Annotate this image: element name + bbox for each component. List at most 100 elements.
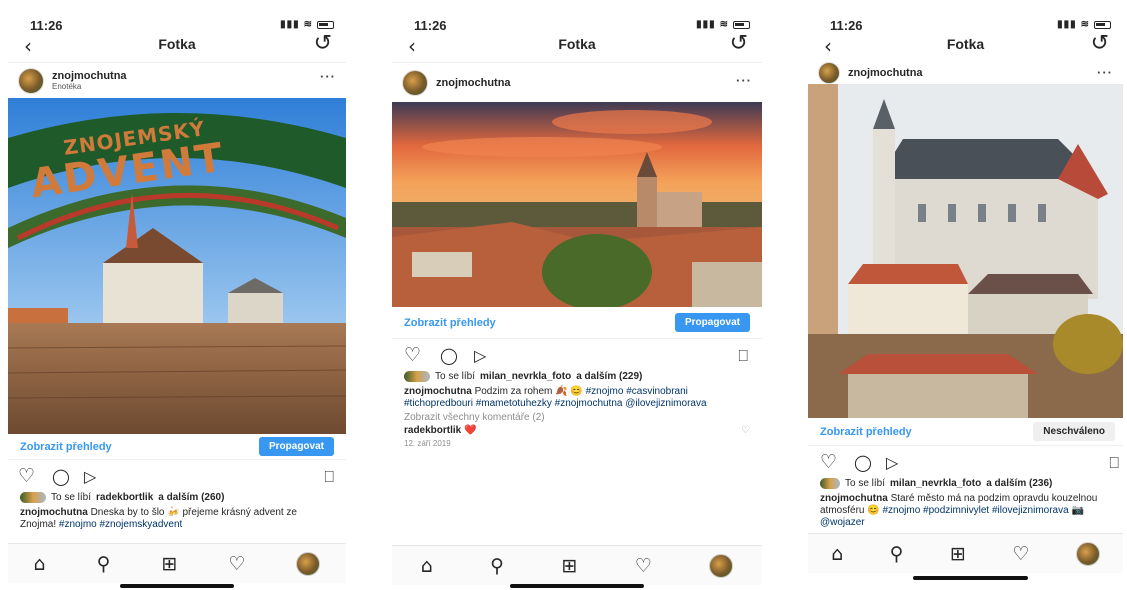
post-username[interactable]: znojmochutna (436, 77, 511, 89)
promote-button[interactable]: Propagovat (258, 437, 334, 456)
profile-avatar-icon[interactable] (709, 553, 734, 578)
nav-bar: ‹ Fotka ↺ (392, 26, 762, 62)
likes-prefix: To se líbí (51, 491, 92, 503)
caption-user[interactable]: znojmochutna (404, 386, 472, 397)
comment-row: radekbortlik ❤️ ♡ (392, 423, 762, 436)
home-indicator[interactable] (120, 584, 234, 588)
avatar[interactable] (402, 69, 428, 96)
view-all-comments-link[interactable]: Zobrazit všechny komentáře (2) (392, 410, 762, 423)
likes-suffix[interactable]: a dalším (236) (986, 478, 1052, 489)
post-photo[interactable] (808, 84, 1123, 418)
promote-button[interactable]: Propagovat (674, 313, 750, 332)
save-icon[interactable]: ⎕ (324, 467, 334, 487)
refresh-icon[interactable]: ↺ (730, 31, 748, 56)
insights-link[interactable]: Zobrazit přehledy (820, 426, 912, 438)
comment-text: ❤️ (464, 425, 477, 436)
comment-icon[interactable]: ◯ (440, 346, 458, 365)
like-heart-icon[interactable]: ♡ (18, 465, 35, 487)
likers-avatars (820, 477, 840, 489)
tab-bar: ⌂ ⚲ ⊞ ♡ (808, 533, 1123, 573)
avatar[interactable] (18, 67, 44, 94)
insights-bar: Zobrazit přehledy Neschváleno (808, 418, 1123, 446)
likes-row: To se líbí radekbortlik a dalším (260) (8, 490, 346, 504)
comment-user[interactable]: radekbortlik (404, 425, 461, 436)
likes-user[interactable]: milan_nevrkla_foto (480, 371, 571, 382)
tab-bar: ⌂ ⚲ ⊞ ♡ (8, 543, 346, 583)
caption: znojmochutna Staré město má na podzim op… (808, 490, 1123, 529)
nav-title: Fotka (946, 36, 985, 52)
avatar[interactable] (818, 62, 840, 84)
home-indicator[interactable] (913, 576, 1028, 580)
post-photo[interactable] (392, 102, 762, 307)
likes-user[interactable]: milan_nevrkla_foto (890, 478, 981, 489)
home-icon[interactable]: ⌂ (831, 543, 843, 565)
post-header: znojmochutna ··· (392, 62, 762, 102)
likes-row: To se líbí milan_nevrkla_foto a dalším (… (808, 476, 1123, 490)
search-icon[interactable]: ⚲ (890, 543, 904, 565)
insights-link[interactable]: Zobrazit přehledy (404, 317, 496, 329)
add-post-icon[interactable]: ⊞ (161, 553, 177, 575)
likes-prefix: To se líbí (845, 477, 886, 489)
refresh-icon[interactable]: ↺ (1091, 31, 1109, 56)
post-header: znojmochutna ··· (808, 62, 1123, 84)
activity-heart-icon[interactable]: ♡ (635, 555, 652, 577)
activity-heart-icon[interactable]: ♡ (228, 553, 245, 575)
comment-like-heart-icon[interactable]: ♡ (741, 425, 750, 436)
back-icon[interactable]: ‹ (824, 34, 832, 58)
post-username[interactable]: znojmochutna (848, 67, 923, 79)
search-icon[interactable]: ⚲ (97, 553, 111, 575)
like-heart-icon[interactable]: ♡ (404, 344, 421, 366)
add-post-icon[interactable]: ⊞ (562, 555, 578, 577)
status-bar: 11:26 ▮▮▮ ≋ (392, 0, 762, 33)
home-indicator[interactable] (510, 584, 644, 588)
caption-user[interactable]: znojmochutna (20, 507, 88, 518)
nav-title: Fotka (558, 36, 596, 52)
likers-avatars (404, 370, 430, 382)
home-icon[interactable]: ⌂ (421, 555, 433, 577)
post-photo[interactable]: ZNOJEMSKÝ ADVENT (8, 98, 346, 434)
more-options-icon[interactable]: ··· (1097, 65, 1113, 80)
caption: znojmochutna Dneska by to šlo 🍻 přejeme … (8, 504, 346, 531)
refresh-icon[interactable]: ↺ (314, 31, 332, 56)
status-badge: Neschváleno (1033, 422, 1115, 441)
like-heart-icon[interactable]: ♡ (820, 451, 837, 473)
insights-bar: Zobrazit přehledy Propagovat (392, 307, 762, 339)
caption-user[interactable]: znojmochutna (820, 493, 888, 504)
share-icon[interactable]: ▷ (886, 453, 898, 472)
search-icon[interactable]: ⚲ (490, 555, 504, 577)
action-row: ♡ ◯ ▷ ⎕ (392, 339, 762, 369)
back-icon[interactable]: ‹ (24, 34, 32, 58)
profile-avatar-icon[interactable] (296, 551, 321, 576)
post-username[interactable]: znojmochutna (52, 70, 127, 82)
share-icon[interactable]: ▷ (474, 346, 486, 365)
nav-bar: ‹ Fotka ↺ (8, 26, 346, 62)
home-icon[interactable]: ⌂ (34, 553, 46, 575)
likes-user[interactable]: radekbortlik (96, 492, 153, 503)
likes-row: To se líbí milan_nevrkla_foto a dalším (… (392, 369, 762, 383)
likes-suffix[interactable]: a dalším (260) (158, 492, 224, 503)
activity-heart-icon[interactable]: ♡ (1012, 543, 1029, 565)
caption: znojmochutna Podzim za rohem 🍂 😊 #znojmo… (392, 383, 762, 410)
save-icon[interactable]: ⎕ (738, 346, 748, 366)
post-location[interactable]: Enotéka (52, 82, 127, 91)
more-options-icon[interactable]: ··· (736, 73, 752, 88)
phone-screen-2: 11:26 ▮▮▮ ≋ ‹ Fotka ↺ znojmochutna ··· Z… (392, 0, 762, 590)
back-icon[interactable]: ‹ (408, 34, 416, 58)
share-icon[interactable]: ▷ (84, 467, 96, 486)
profile-avatar-icon[interactable] (1075, 541, 1100, 566)
nav-title: Fotka (158, 36, 196, 52)
caption-text: Podzim za rohem 🍂 😊 (474, 386, 583, 397)
insights-link[interactable]: Zobrazit přehledy (20, 441, 112, 453)
tab-bar: ⌂ ⚲ ⊞ ♡ (392, 545, 762, 585)
save-icon[interactable]: ⎕ (1109, 453, 1119, 473)
caption-tags[interactable]: #znojmo #znojemskyadvent (59, 519, 182, 530)
status-bar: 11:26 ▮▮▮ ≋ (808, 0, 1123, 33)
more-options-icon[interactable]: ··· (320, 69, 336, 84)
add-post-icon[interactable]: ⊞ (950, 543, 966, 565)
comment-icon[interactable]: ◯ (52, 467, 70, 486)
phone-screen-1: 11:26 ▮▮▮ ≋ ‹ Fotka ↺ znojmochutna Enoté… (8, 0, 346, 590)
post-date: 12. září 2019 (404, 439, 451, 448)
comment-icon[interactable]: ◯ (854, 453, 872, 472)
likes-suffix[interactable]: a dalším (229) (576, 371, 642, 382)
sunset-photo (392, 102, 762, 307)
